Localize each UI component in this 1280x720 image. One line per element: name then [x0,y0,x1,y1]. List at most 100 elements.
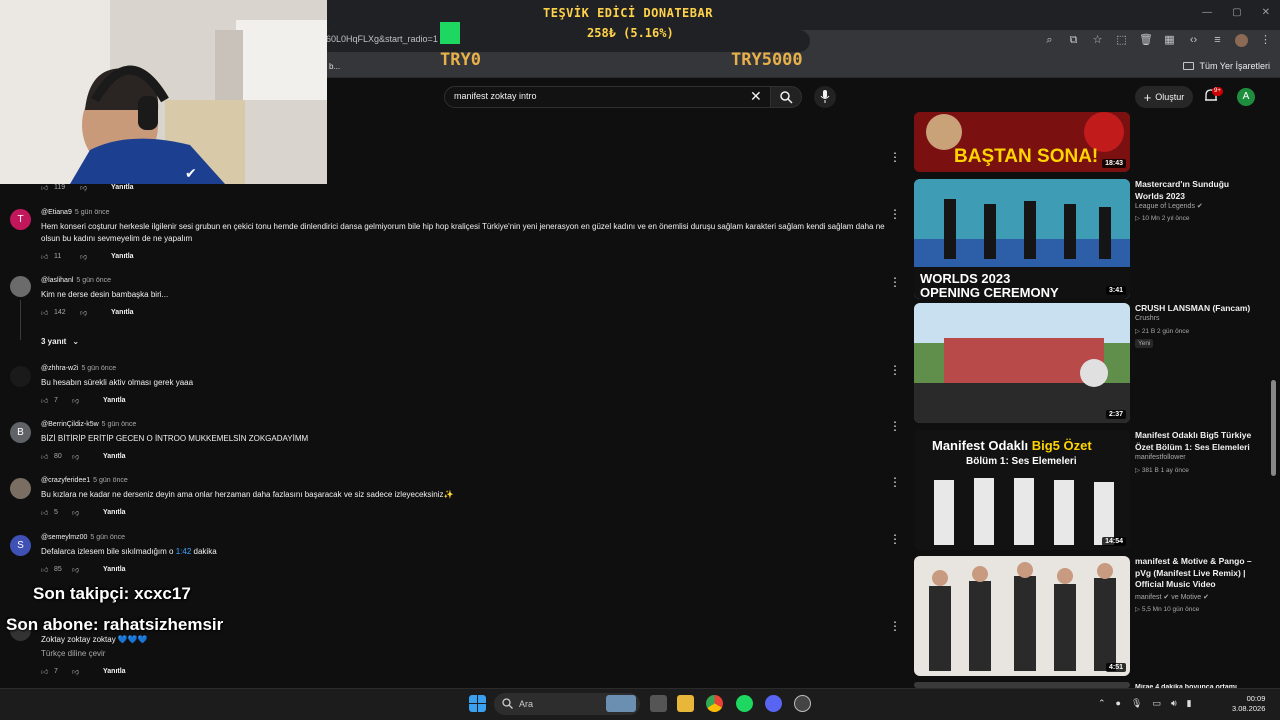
battery-icon[interactable]: ▮ [1187,698,1192,709]
profile-icon[interactable] [1235,34,1248,47]
comment-author[interactable]: @zhhra-w2i [41,365,78,372]
network-app-icon[interactable]: ● [1116,698,1121,709]
minimize-icon[interactable]: — [1202,7,1212,18]
dislike-icon[interactable]: 👎︎ [80,308,89,317]
search-button[interactable] [770,86,802,108]
video-title[interactable]: CRUSH LANSMAN (Fancam) [1135,303,1259,315]
comment-time[interactable]: 5 gün önce [90,534,125,541]
dislike-icon[interactable]: 👎︎ [72,508,81,517]
reply-button[interactable]: Yanıtla [103,509,126,516]
like-icon[interactable]: 👍︎ [41,452,50,461]
search-highlight-icon[interactable] [606,695,636,712]
video-channel[interactable]: Crushrs [1135,315,1160,322]
reply-button[interactable]: Yanıtla [111,253,134,260]
dislike-icon[interactable]: 👎︎ [72,667,81,676]
like-icon[interactable]: 👍︎ [41,183,50,192]
video-channel[interactable]: League of Legends ✔ [1135,202,1203,210]
comment-time[interactable]: 5 gün önce [76,277,111,284]
comment-time[interactable]: 5 gün önce [93,477,128,484]
video-title[interactable]: manifest & Motive & Pango – pVg (Manifes… [1135,556,1259,591]
video-card[interactable]: 2:37 CRUSH LANSMAN (Fancam) Crushrs ▷ 21… [914,303,1269,423]
avatar[interactable] [10,478,31,499]
media-icon[interactable]: ≡ [1211,34,1224,47]
mic-icon[interactable]: 🎙︎ [1131,698,1142,709]
avatar[interactable] [10,276,31,297]
comment-time[interactable]: 5 gün önce [75,209,110,216]
like-icon[interactable]: 👍︎ [41,252,50,261]
zoom-icon[interactable]: ⌕ [1043,34,1056,47]
like-icon[interactable]: 👍︎ [41,565,50,574]
video-thumbnail[interactable]: BAŞTAN SONA! 18:43 [914,112,1130,172]
comment-author[interactable]: @Etiana9 [41,209,72,216]
video-thumbnail[interactable]: WORLDS 2023 OPENING CEREMONY 3:41 [914,179,1130,299]
more-actions-icon[interactable]: ⋮ [889,151,901,163]
dislike-icon[interactable]: 👎︎ [72,565,81,574]
display-icon[interactable]: ▭ [1152,698,1161,709]
bookmark-item[interactable]: b... [329,62,340,71]
dislike-icon[interactable]: 👎︎ [72,396,81,405]
window-controls[interactable]: — ▢ ✕ [1202,7,1270,18]
cast-icon[interactable]: ⧉ [1067,34,1080,47]
video-channel[interactable]: manifestfollower [1135,454,1186,461]
menu-dots-icon[interactable]: ⋮ [1259,34,1272,47]
trash-icon[interactable]: 🗑 [1139,34,1153,47]
video-card[interactable]: 4:51 manifest & Motive & Pango – pVg (Ma… [914,556,1269,676]
search-query[interactable]: manifest zoktay intro [454,91,537,101]
comment-author[interactable]: @BerrinÇildiz-k5w [41,421,99,428]
reply-button[interactable]: Yanıtla [103,453,126,460]
chrome-icon[interactable] [706,695,723,712]
like-icon[interactable]: 👍︎ [41,508,50,517]
dislike-icon[interactable]: 👎︎ [80,252,89,261]
comment-author[interactable]: @semeylmz00 [41,534,87,541]
video-thumbnail[interactable]: Manifest Odaklı Big5 Özet Bölüm 1: Ses E… [914,430,1130,550]
video-thumbnail[interactable]: 4:51 [914,556,1130,676]
more-actions-icon[interactable]: ⋮ [889,276,901,288]
clock[interactable]: 00:09 3.08.2026 [1232,694,1265,714]
volume-icon[interactable]: 🔊︎ [1171,698,1177,709]
maximize-icon[interactable]: ▢ [1232,7,1241,18]
file-explorer-icon[interactable] [677,695,694,712]
comment-author[interactable]: @laslihanl [41,277,73,284]
all-bookmarks[interactable]: Tüm Yer İşaretleri [1183,61,1270,71]
reply-button[interactable]: Yanıtla [103,668,126,675]
video-title[interactable]: Mastercard'ın Sunduğu Worlds 2023 [1135,179,1259,202]
close-window-icon[interactable]: ✕ [1262,7,1270,18]
url-text[interactable]: 60L0HqFLXg&start_radio=1 [326,34,438,44]
task-view-icon[interactable] [650,695,667,712]
windows-start-icon[interactable] [469,695,486,712]
voice-search-button[interactable] [814,86,836,108]
video-title[interactable]: Manifest Odaklı Big5 Türkiye Özet Bölüm … [1135,430,1259,453]
more-actions-icon[interactable]: ⋮ [889,620,901,632]
reply-button[interactable]: Yanıtla [103,397,126,404]
chevron-up-icon[interactable]: ⌃ [1098,698,1106,709]
replies-toggle[interactable]: 3 yanıt ⌄ [41,337,79,346]
more-actions-icon[interactable]: ⋮ [889,533,901,545]
spotify-icon[interactable] [736,695,753,712]
clear-search-icon[interactable]: ✕ [750,88,762,105]
comment-time[interactable]: 5 gün önce [81,365,116,372]
timestamp-link[interactable]: 1:42 [176,547,192,556]
comment-time[interactable]: 5 gün önce [102,421,137,428]
video-card[interactable]: BAŞTAN SONA! 18:43 [914,72,1269,172]
avatar[interactable]: T [10,209,31,230]
comment-author[interactable]: @crazyferidee1 [41,477,90,484]
more-actions-icon[interactable]: ⋮ [889,476,901,488]
dislike-icon[interactable]: 👎︎ [72,452,81,461]
star-icon[interactable]: ☆ [1091,34,1104,47]
more-actions-icon[interactable]: ⋮ [889,364,901,376]
like-icon[interactable]: 👍︎ [41,667,50,676]
discord-icon[interactable] [765,695,782,712]
reply-button[interactable]: Yanıtla [103,566,126,573]
code-icon[interactable]: ‹› [1187,34,1200,47]
obs-icon[interactable] [794,695,811,712]
video-channel[interactable]: manifest ✔ ve Motive ✔ [1135,593,1209,601]
translate-link[interactable]: Türkçe diline çevir [41,648,893,660]
reply-button[interactable]: Yanıtla [111,309,134,316]
scrollbar[interactable] [1271,380,1276,476]
avatar[interactable] [10,366,31,387]
video-card[interactable]: Manifest Odaklı Big5 Özet Bölüm 1: Ses E… [914,430,1269,550]
like-icon[interactable]: 👍︎ [41,396,50,405]
reply-button[interactable]: Yanıtla [111,184,134,191]
avatar[interactable]: B [10,422,31,443]
apps-icon[interactable]: ▦ [1163,34,1176,47]
